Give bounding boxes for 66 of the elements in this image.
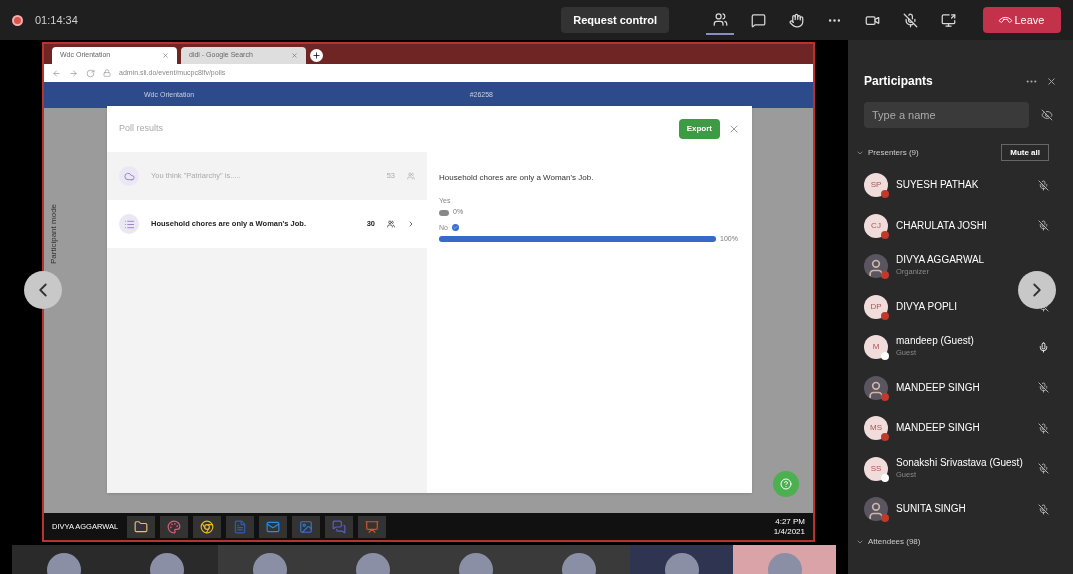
lock-icon bbox=[103, 69, 111, 77]
meeting-timer: 01:14:34 bbox=[35, 12, 78, 28]
video-tile[interactable] bbox=[733, 545, 836, 574]
participant-name: DIVYA POPLI bbox=[896, 300, 958, 313]
help-button[interactable] bbox=[773, 471, 799, 497]
back-icon[interactable] bbox=[52, 68, 61, 78]
video-tile[interactable] bbox=[12, 545, 115, 574]
new-tab-icon[interactable] bbox=[310, 49, 323, 62]
close-icon[interactable] bbox=[162, 52, 169, 59]
forward-icon[interactable] bbox=[69, 68, 78, 78]
participant-name: mandeep (Guest) bbox=[896, 335, 975, 348]
participant-name: MANDEEP SINGH bbox=[896, 422, 981, 435]
mute-all-button[interactable]: Mute all bbox=[1001, 144, 1049, 161]
paint-icon[interactable] bbox=[160, 515, 189, 538]
empty-bar-icon bbox=[439, 209, 449, 216]
chrome-icon[interactable] bbox=[193, 515, 222, 538]
folder-icon[interactable] bbox=[127, 515, 156, 538]
powerpoint-icon[interactable] bbox=[358, 515, 387, 538]
modal-title: Poll results bbox=[119, 122, 164, 136]
avatar bbox=[864, 375, 888, 400]
result-question: Household chores are only a Woman's Job. bbox=[439, 172, 595, 184]
avatar: M bbox=[864, 335, 888, 360]
respondents-icon bbox=[407, 172, 415, 180]
section-header: Presenters (9) bbox=[868, 146, 920, 159]
avatar: CJ bbox=[864, 213, 888, 238]
avatar: DP bbox=[864, 294, 888, 319]
participant-name: SUNITA SINGH bbox=[896, 503, 967, 516]
video-tile[interactable] bbox=[115, 545, 218, 574]
search-field[interactable]: Type a name bbox=[864, 102, 1029, 128]
avatar: SP bbox=[864, 173, 888, 198]
section-header: Attendees (98) bbox=[868, 535, 921, 548]
participant-row[interactable]: SUNITA SINGH bbox=[864, 489, 1057, 530]
video-tile[interactable] bbox=[630, 545, 733, 574]
participant-name: DIVYA AGGARWAL bbox=[896, 254, 986, 267]
cloud-icon bbox=[119, 166, 139, 186]
panel-title: Participants bbox=[864, 73, 934, 90]
clock-time: 4:27 PM bbox=[775, 516, 805, 527]
participant-row[interactable]: MS MANDEEP SINGH bbox=[864, 408, 1057, 449]
photos-icon[interactable] bbox=[292, 515, 321, 538]
participant-name: Sonakshi Srivastava (Guest) bbox=[896, 456, 1024, 469]
avatar bbox=[864, 254, 888, 279]
participant-name: MANDEEP SINGH bbox=[896, 381, 981, 394]
mode-label: Participant mode bbox=[48, 203, 59, 264]
video-tile[interactable] bbox=[527, 545, 630, 574]
close-icon[interactable] bbox=[728, 123, 740, 135]
avatar: MS bbox=[864, 416, 888, 441]
leave-button[interactable]: Leave bbox=[983, 7, 1061, 33]
avatar: SS bbox=[864, 456, 888, 481]
participant-row[interactable]: MANDEEP SINGH bbox=[864, 367, 1057, 408]
chevron-icon bbox=[407, 220, 415, 228]
teams-icon[interactable] bbox=[325, 515, 354, 538]
outlook-icon[interactable] bbox=[259, 515, 288, 538]
help-icon bbox=[780, 478, 792, 490]
avatar bbox=[864, 497, 888, 522]
list-icon bbox=[119, 214, 139, 234]
export-button[interactable]: Export bbox=[678, 119, 720, 139]
clock-date: 1/4/2021 bbox=[773, 526, 805, 537]
video-tile[interactable] bbox=[218, 545, 321, 574]
participant-row[interactable]: CJ CHARULATA JOSHI bbox=[864, 205, 1057, 246]
respondents-icon bbox=[387, 220, 395, 228]
participant-row[interactable]: SP SUYESH PATHAK bbox=[864, 165, 1057, 206]
previous-button[interactable] bbox=[24, 271, 62, 309]
close-icon[interactable] bbox=[1046, 75, 1057, 87]
request-control-button[interactable]: Request control bbox=[561, 7, 669, 33]
participant-name: CHARULATA JOSHI bbox=[896, 219, 988, 232]
participant-name: SUYESH PATHAK bbox=[896, 179, 980, 192]
